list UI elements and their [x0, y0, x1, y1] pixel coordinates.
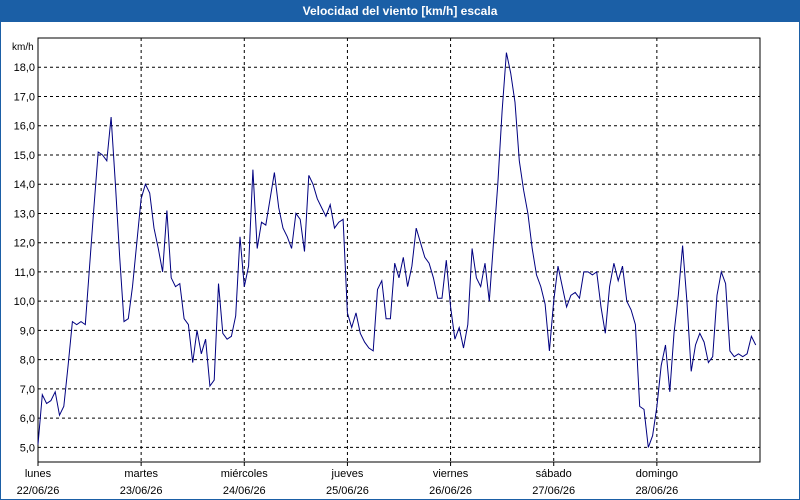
y-tick-label: 18,0 — [14, 62, 35, 74]
x-tick-day: lunes — [25, 468, 52, 480]
y-tick-label: 15,0 — [14, 150, 35, 162]
x-tick-day: sábado — [536, 468, 572, 480]
x-tick-day: miércoles — [221, 468, 269, 480]
y-tick-label: 9,0 — [20, 325, 35, 337]
x-tick-day: viernes — [433, 468, 469, 480]
x-tick-date: 27/06/26 — [532, 485, 575, 497]
y-axis-unit: km/h — [12, 42, 34, 53]
x-tick-day: martes — [124, 468, 158, 480]
y-tick-label: 13,0 — [14, 208, 35, 220]
x-tick-day: domingo — [636, 468, 678, 480]
y-tick-label: 8,0 — [20, 355, 35, 367]
x-tick-date: 25/06/26 — [326, 485, 369, 497]
y-tick-label: 6,0 — [20, 413, 35, 425]
x-tick-date: 24/06/26 — [223, 485, 266, 497]
y-tick-label: 14,0 — [14, 179, 35, 191]
y-tick-label: 5,0 — [20, 442, 35, 454]
y-tick-label: 17,0 — [14, 91, 35, 103]
y-tick-label: 12,0 — [14, 238, 35, 250]
x-tick-date: 28/06/26 — [635, 485, 678, 497]
x-tick-date: 22/06/26 — [17, 485, 60, 497]
y-tick-label: 11,0 — [14, 267, 35, 279]
y-tick-label: 10,0 — [14, 296, 35, 308]
y-tick-label: 7,0 — [20, 384, 35, 396]
x-tick-date: 23/06/26 — [120, 485, 163, 497]
x-tick-day: jueves — [331, 468, 364, 480]
plot-area — [37, 37, 761, 463]
x-tick-date: 26/06/26 — [429, 485, 472, 497]
wind-speed-chart: 5,0 6,0 7,0 8,0 9,0 10,0 11,0 12,0 13,0 14,0 15,0 1… — [12, 37, 761, 497]
y-tick-label: 16,0 — [14, 121, 35, 133]
